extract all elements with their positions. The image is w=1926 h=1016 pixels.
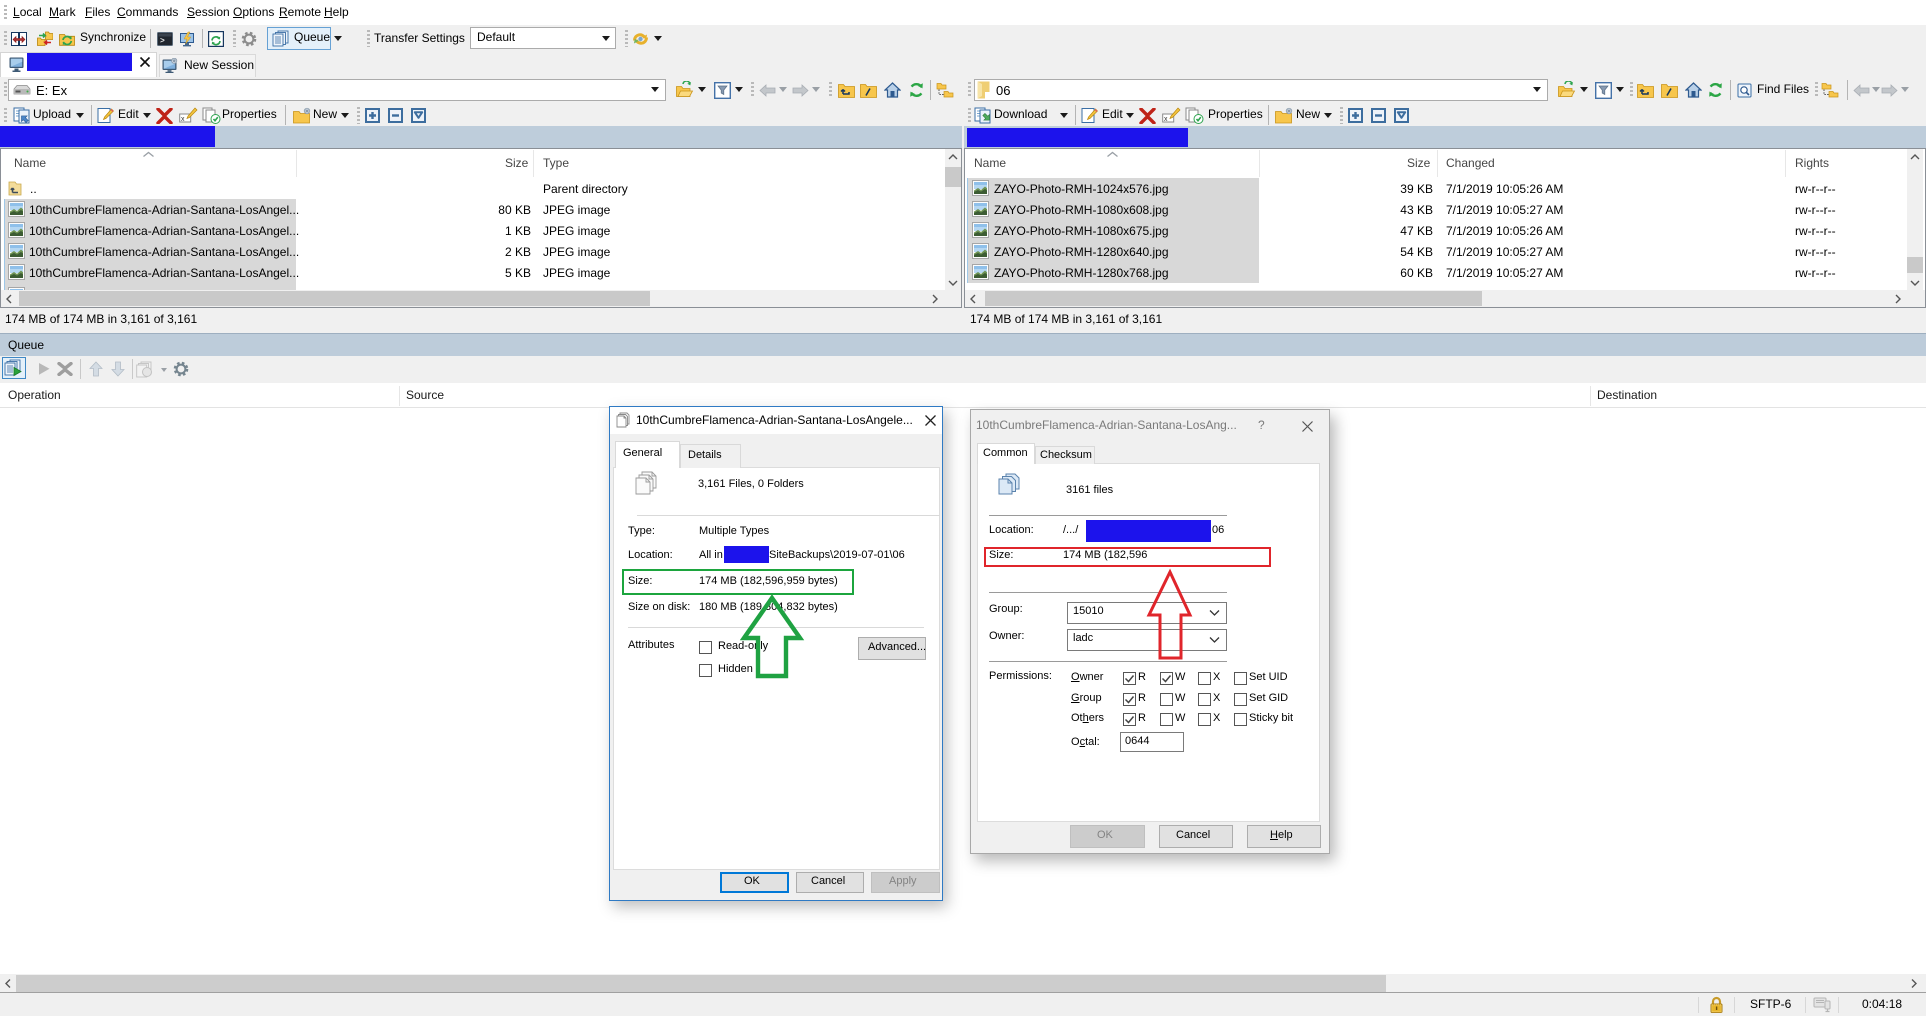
svg-text:x: x (181, 116, 185, 123)
svg-text:>: > (160, 37, 165, 46)
svg-text:x: x (1164, 116, 1168, 123)
